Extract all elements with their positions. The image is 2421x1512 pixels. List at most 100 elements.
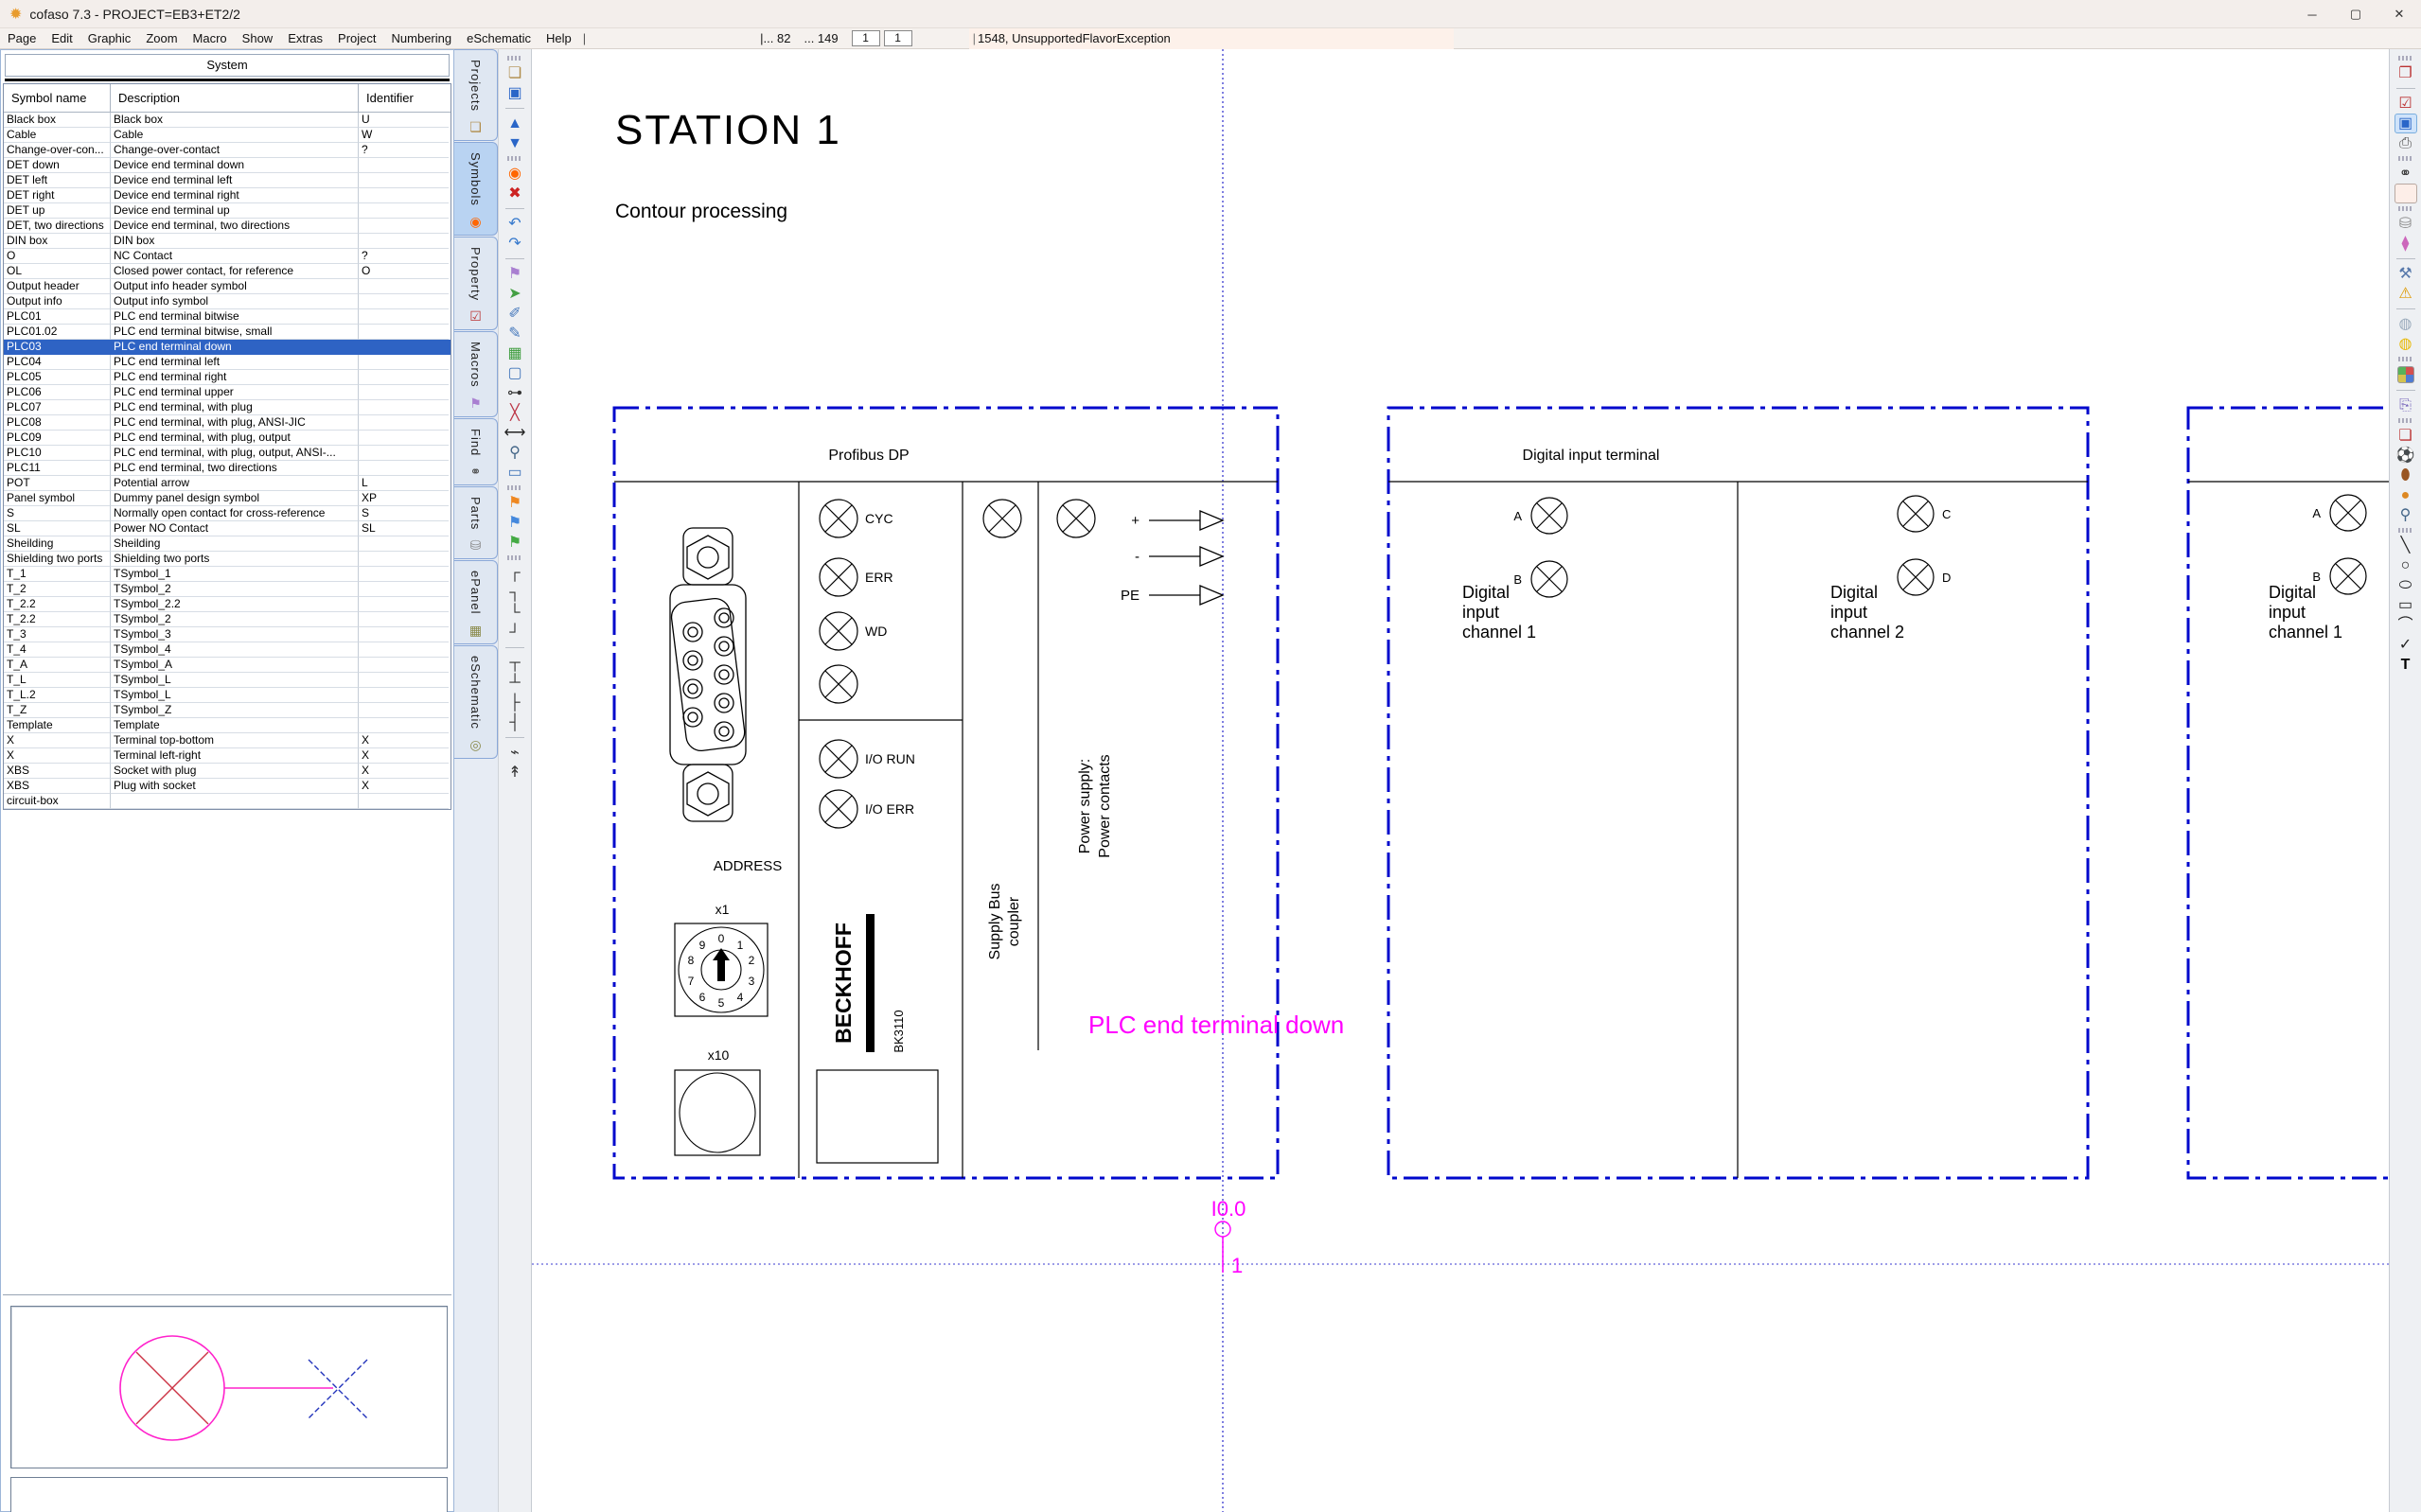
palette-icon[interactable]	[2397, 366, 2414, 383]
symbols-feed-icon[interactable]: ◉	[504, 164, 526, 184]
table-row[interactable]: DET down Device end terminal down	[4, 158, 451, 173]
menu-item[interactable]: Show	[235, 31, 281, 45]
soccer-ball-icon[interactable]: ⚽	[2394, 446, 2417, 466]
table-row[interactable]: Shielding two ports Shielding two ports	[4, 552, 451, 567]
grip[interactable]	[2398, 206, 2413, 211]
table-row[interactable]: T_1 TSymbol_1	[4, 567, 451, 582]
separator[interactable]	[505, 208, 524, 209]
corner-3-icon[interactable]: └	[504, 603, 526, 623]
table-row[interactable]: PLC01.02 PLC end terminal bitwise, small	[4, 325, 451, 340]
separator[interactable]	[2396, 308, 2415, 309]
table-row[interactable]: Black box Black box U	[4, 113, 451, 128]
panel-splitter[interactable]	[3, 1294, 451, 1298]
separator[interactable]	[505, 108, 524, 109]
separator[interactable]	[2396, 390, 2415, 391]
menu-item[interactable]: eSchematic	[459, 31, 539, 45]
window-icon[interactable]: ▭	[504, 463, 526, 483]
menu-item[interactable]: Zoom	[138, 31, 185, 45]
menu-item[interactable]: Edit	[44, 31, 80, 45]
tag-icon[interactable]: ⧫	[2394, 234, 2417, 254]
zigzag-connection-icon[interactable]: ⌁	[504, 743, 526, 763]
page-count-box[interactable]: 1	[884, 30, 912, 46]
table-row[interactable]: SL Power NO Contact SL	[4, 521, 451, 536]
menu-item[interactable]: Page	[0, 31, 44, 45]
menu-item[interactable]: Macro	[186, 31, 235, 45]
zoom-icon[interactable]: ⚲	[504, 443, 526, 463]
potential-icon[interactable]: ⊶	[504, 383, 526, 403]
table-row[interactable]: POT Potential arrow L	[4, 476, 451, 491]
flag-icon[interactable]: ⚑	[504, 264, 526, 284]
forward-arrow-icon[interactable]: ➤	[504, 284, 526, 304]
grip[interactable]	[2398, 156, 2413, 161]
table-row[interactable]: PLC06 PLC end terminal upper	[4, 385, 451, 400]
menu-item[interactable]: Extras	[280, 31, 330, 45]
corner-4-icon[interactable]: ┘	[504, 623, 526, 642]
right-partial-box[interactable]: A B Digital input channel 1	[2188, 408, 2389, 1178]
table-row[interactable]: X Terminal left-right X	[4, 748, 451, 764]
tee-right-icon[interactable]: ├	[504, 693, 526, 712]
circle-tool-icon[interactable]: ○	[2394, 555, 2417, 575]
dimension-icon[interactable]: ⟷	[504, 423, 526, 443]
table-row[interactable]: XBS Socket with plug X	[4, 764, 451, 779]
table-row[interactable]: T_L TSymbol_L	[4, 673, 451, 688]
table-row[interactable]: DET right Device end terminal right	[4, 188, 451, 203]
grip[interactable]	[507, 555, 522, 560]
tab-eschematic[interactable]: eSchematic ◎	[454, 645, 498, 759]
table-row[interactable]: S Normally open contact for cross-refere…	[4, 506, 451, 521]
table-row[interactable]: T_2.2 TSymbol_2.2	[4, 597, 451, 612]
table-row[interactable]: T_L.2 TSymbol_L	[4, 688, 451, 703]
checklist-icon[interactable]: ☑	[2394, 94, 2417, 114]
flag-green-icon[interactable]: ⚑	[504, 533, 526, 553]
x1-pointer[interactable]	[713, 948, 730, 960]
page-down-icon[interactable]: ▼	[504, 133, 526, 153]
rect-tool-icon[interactable]: ▭	[2394, 595, 2417, 615]
table-row[interactable]: Template Template	[4, 718, 451, 733]
table-row[interactable]: O NC Contact ?	[4, 249, 451, 264]
corner-2-icon[interactable]: ┐	[504, 583, 526, 603]
table-row[interactable]: T_2 TSymbol_2	[4, 582, 451, 597]
separator[interactable]	[505, 647, 524, 648]
arc-tool-icon[interactable]: ⌒	[2394, 615, 2417, 635]
tee-down-icon[interactable]: ┬	[504, 653, 526, 673]
zoom-small-icon[interactable]: ⚲	[2394, 505, 2417, 525]
tab-symbols[interactable]: Symbols ◉	[454, 142, 498, 236]
table-row[interactable]: Cable Cable W	[4, 128, 451, 143]
grip[interactable]	[507, 56, 522, 61]
table-row[interactable]: PLC04 PLC end terminal left	[4, 355, 451, 370]
grip[interactable]	[2398, 418, 2413, 423]
copy-pages-icon[interactable]: ❐	[2394, 63, 2417, 83]
table-row[interactable]: DET up Device end terminal up	[4, 203, 451, 219]
close-button[interactable]: ✕	[2377, 0, 2421, 28]
table-row[interactable]: PLC05 PLC end terminal right	[4, 370, 451, 385]
binoculars-icon[interactable]: ⚭	[2394, 164, 2417, 184]
ellipse-tool-icon[interactable]: ⬭	[2394, 575, 2417, 595]
column-header-symbol-name[interactable]: Symbol name	[4, 84, 111, 112]
menu-item[interactable]: Help	[539, 31, 579, 45]
table-row[interactable]: PLC01 PLC end terminal bitwise	[4, 309, 451, 325]
tee-up-icon[interactable]: ┴	[504, 673, 526, 693]
separator[interactable]	[505, 737, 524, 738]
line-tool-icon[interactable]: ╲	[2394, 536, 2417, 555]
column-header-identifier[interactable]: Identifier	[359, 84, 449, 112]
table-row[interactable]: DET, two directions Device end terminal,…	[4, 219, 451, 234]
table-row[interactable]: Sheilding Sheilding	[4, 536, 451, 552]
grip[interactable]	[507, 156, 522, 161]
color-swatch[interactable]	[2394, 184, 2417, 203]
tab-parts[interactable]: Parts ⛁	[454, 486, 498, 559]
parts-icon[interactable]: ⛁	[2394, 214, 2417, 234]
table-row[interactable]: Change-over-con... Change-over-contact ?	[4, 143, 451, 158]
cut-icon[interactable]: ╳	[504, 403, 526, 423]
edit-connection-icon[interactable]: ✐	[504, 304, 526, 324]
schematic-canvas[interactable]: STATION 1 Contour processing Profibus DP	[532, 49, 2389, 1512]
tab-property[interactable]: Property ☑	[454, 237, 498, 330]
report-icon[interactable]: ❏	[2394, 426, 2417, 446]
redo-icon[interactable]: ↷	[504, 234, 526, 254]
football-icon[interactable]: ⬮	[2394, 466, 2417, 485]
table-row[interactable]: PLC08 PLC end terminal, with plug, ANSI-…	[4, 415, 451, 431]
column-header-description[interactable]: Description	[111, 84, 359, 112]
delete-icon[interactable]: ✖	[504, 184, 526, 203]
text-tool-icon[interactable]: T	[2394, 655, 2417, 675]
table-row[interactable]: circuit-box	[4, 794, 451, 809]
separator[interactable]	[2396, 258, 2415, 259]
table-row[interactable]: T_4 TSymbol_4	[4, 642, 451, 658]
